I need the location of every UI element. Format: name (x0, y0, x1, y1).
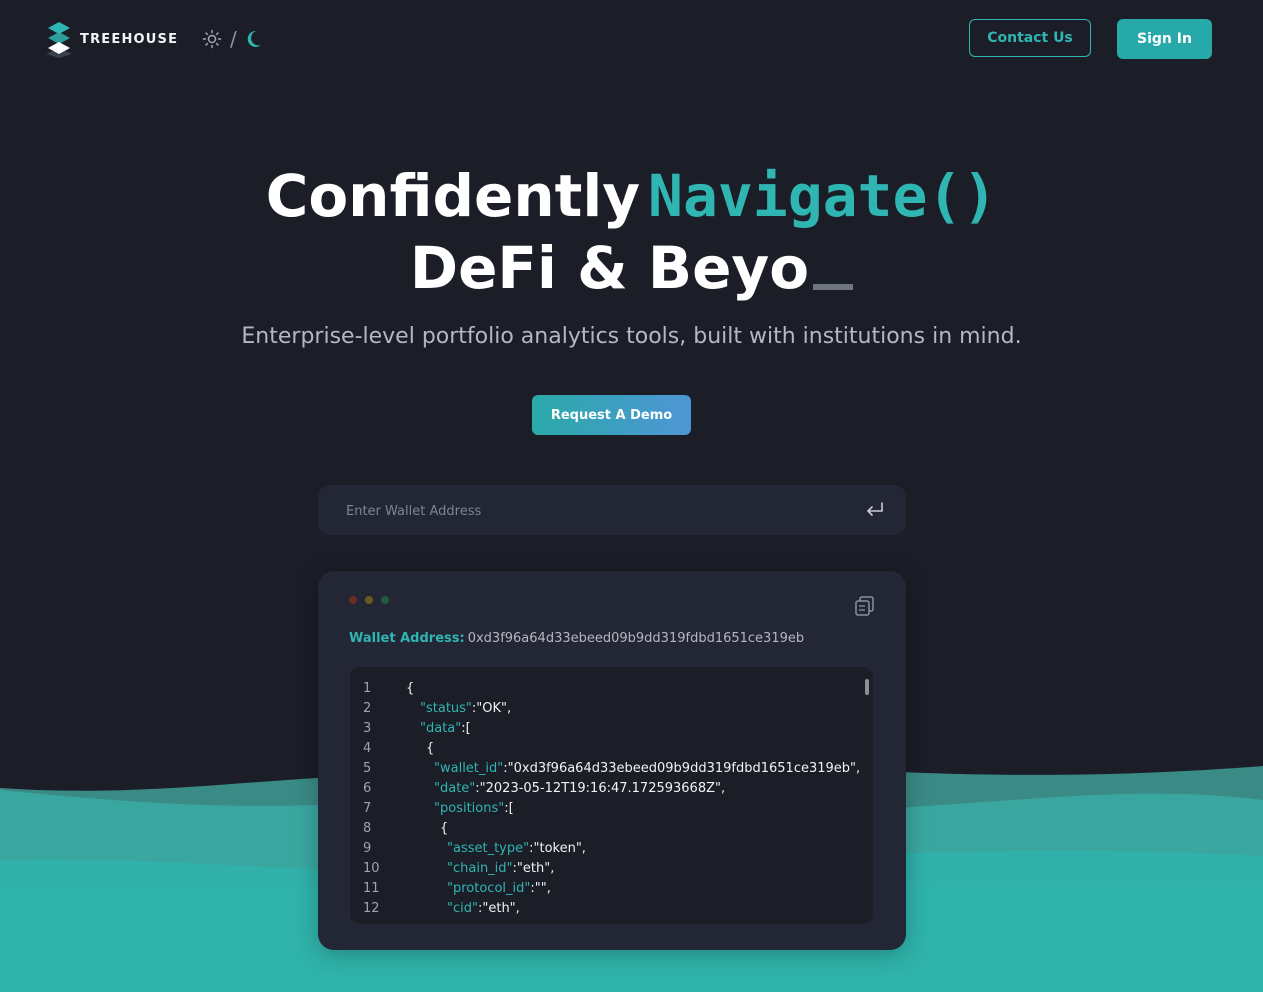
json-key: "protocol_id" (447, 881, 531, 896)
sign-in-button[interactable]: Sign In (1117, 19, 1212, 59)
code-line: 2 "status":"OK", (350, 699, 860, 719)
code-text: "cid":"eth", (447, 899, 520, 919)
line-number: 9 (363, 841, 372, 856)
code-line: 4{ (350, 739, 860, 759)
code-line: 8{ (350, 819, 860, 839)
minimize-dot-icon (365, 596, 373, 604)
json-code-viewer[interactable]: 1{2 "status":"OK", 3 "data":[4{5 "wallet_id"… (350, 667, 873, 924)
hero-subtitle: Enterprise-level portfolio analytics too… (241, 324, 1022, 349)
wallet-address-value: 0xd3f96a64d33ebeed09b9dd319fdbd1651ce319… (467, 631, 805, 646)
sun-icon[interactable] (202, 29, 222, 49)
theme-separator: / (230, 27, 237, 51)
code-text: { (426, 739, 434, 759)
code-text: "data":[ (420, 719, 471, 739)
copy-icon[interactable] (854, 595, 876, 617)
line-number: 2 (363, 701, 372, 716)
json-value: :[ (461, 721, 471, 736)
json-key: "wallet_id" (434, 761, 504, 776)
line-number: 10 (363, 861, 380, 876)
code-line: 11 "protocol_id":"", (350, 879, 860, 899)
wallet-result-card: Wallet Address: 0xd3f96a64d33ebeed09b9dd3… (318, 571, 906, 950)
wallet-address-input[interactable] (344, 485, 848, 537)
json-value: :[ (504, 801, 514, 816)
json-key: "cid" (447, 901, 478, 916)
code-line: 3 "data":[ (350, 719, 860, 739)
treehouse-logo-icon (46, 22, 72, 58)
json-key: "chain_id" (447, 861, 513, 876)
json-value: :"2023-05-12T19:16:47.172593668Z", (475, 781, 726, 796)
json-key: "data" (420, 721, 462, 736)
typing-cursor (813, 284, 854, 290)
close-dot-icon (349, 596, 357, 604)
window-controls (349, 596, 397, 604)
theme-toggle: / (202, 27, 263, 51)
code-text: "positions":[ (434, 799, 514, 819)
line-number: 6 (363, 781, 372, 796)
line-number: 5 (363, 761, 372, 776)
code-line: 6 "date":"2023-05-12T19:16:47.172593668Z"… (350, 779, 860, 799)
code-text: "wallet_id":"0xd3f96a64d33ebeed09b9dd319… (434, 759, 860, 779)
code-line: 1{ (350, 679, 860, 699)
request-demo-button[interactable]: Request A Demo (532, 395, 691, 435)
json-key: "date" (434, 781, 476, 796)
code-line: 5 "wallet_id":"0xd3f96a64d33ebeed09b9dd31… (350, 759, 860, 779)
contact-us-button[interactable]: Contact Us (969, 19, 1091, 57)
line-number: 11 (363, 881, 380, 896)
code-line: 7 "positions":[ (350, 799, 860, 819)
hero-typing-text: DeFi & Beyo (409, 234, 810, 302)
brand-logo[interactable]: TREEHOUSE (46, 20, 178, 58)
hero-heading-text: Confidently (265, 162, 641, 230)
maximize-dot-icon (381, 596, 389, 604)
code-text: "protocol_id":"", (447, 879, 551, 899)
line-number: 4 (363, 741, 372, 756)
json-key: "status" (420, 701, 472, 716)
wallet-address-label: Wallet Address: (349, 631, 465, 646)
brand-name: TREEHOUSE (80, 31, 179, 47)
wallet-search-box (318, 485, 906, 537)
json-value: :"eth", (512, 861, 555, 876)
code-text: "date":"2023-05-12T19:16:47.172593668Z", (434, 779, 725, 799)
code-text: "chain_id":"eth", (447, 859, 554, 879)
json-value: :"token", (529, 841, 586, 856)
json-key: "asset_type" (447, 841, 530, 856)
json-value: :"OK", (471, 701, 512, 716)
enter-icon[interactable] (864, 500, 886, 520)
hero-heading-line-2: DeFi & Beyo (0, 232, 1263, 304)
json-value: :"", (530, 881, 551, 896)
hero-heading-line-1: Confidently Navigate() (0, 160, 1263, 232)
code-scrollbar[interactable] (865, 679, 869, 695)
wallet-address-line: Wallet Address: 0xd3f96a64d33ebeed09b9dd3… (349, 631, 804, 646)
moon-icon[interactable] (245, 29, 263, 49)
code-text: "status":"OK", (420, 699, 511, 719)
json-value: { (406, 681, 415, 696)
json-value: { (426, 741, 435, 756)
line-number: 3 (363, 721, 372, 736)
code-line: 9 "asset_type":"token", (350, 839, 860, 859)
line-number: 7 (363, 801, 372, 816)
code-text: "asset_type":"token", (447, 839, 586, 859)
line-number: 1 (363, 681, 372, 696)
code-text: { (440, 819, 448, 839)
json-value: :"eth", (477, 901, 520, 916)
json-value: :"0xd3f96a64d33ebeed09b9dd319fdbd1651ce3… (503, 761, 861, 776)
json-value: { (440, 821, 449, 836)
code-line: 10 "chain_id":"eth", (350, 859, 860, 879)
top-nav: TREEHOUSE / Contact Us Sign In (0, 0, 1263, 78)
line-number: 12 (363, 901, 380, 916)
code-text: { (406, 679, 414, 699)
json-key: "positions" (434, 801, 505, 816)
code-line: 12 "cid":"eth", (350, 899, 860, 919)
hero-heading-code: Navigate() (648, 162, 998, 230)
line-number: 8 (363, 821, 372, 836)
